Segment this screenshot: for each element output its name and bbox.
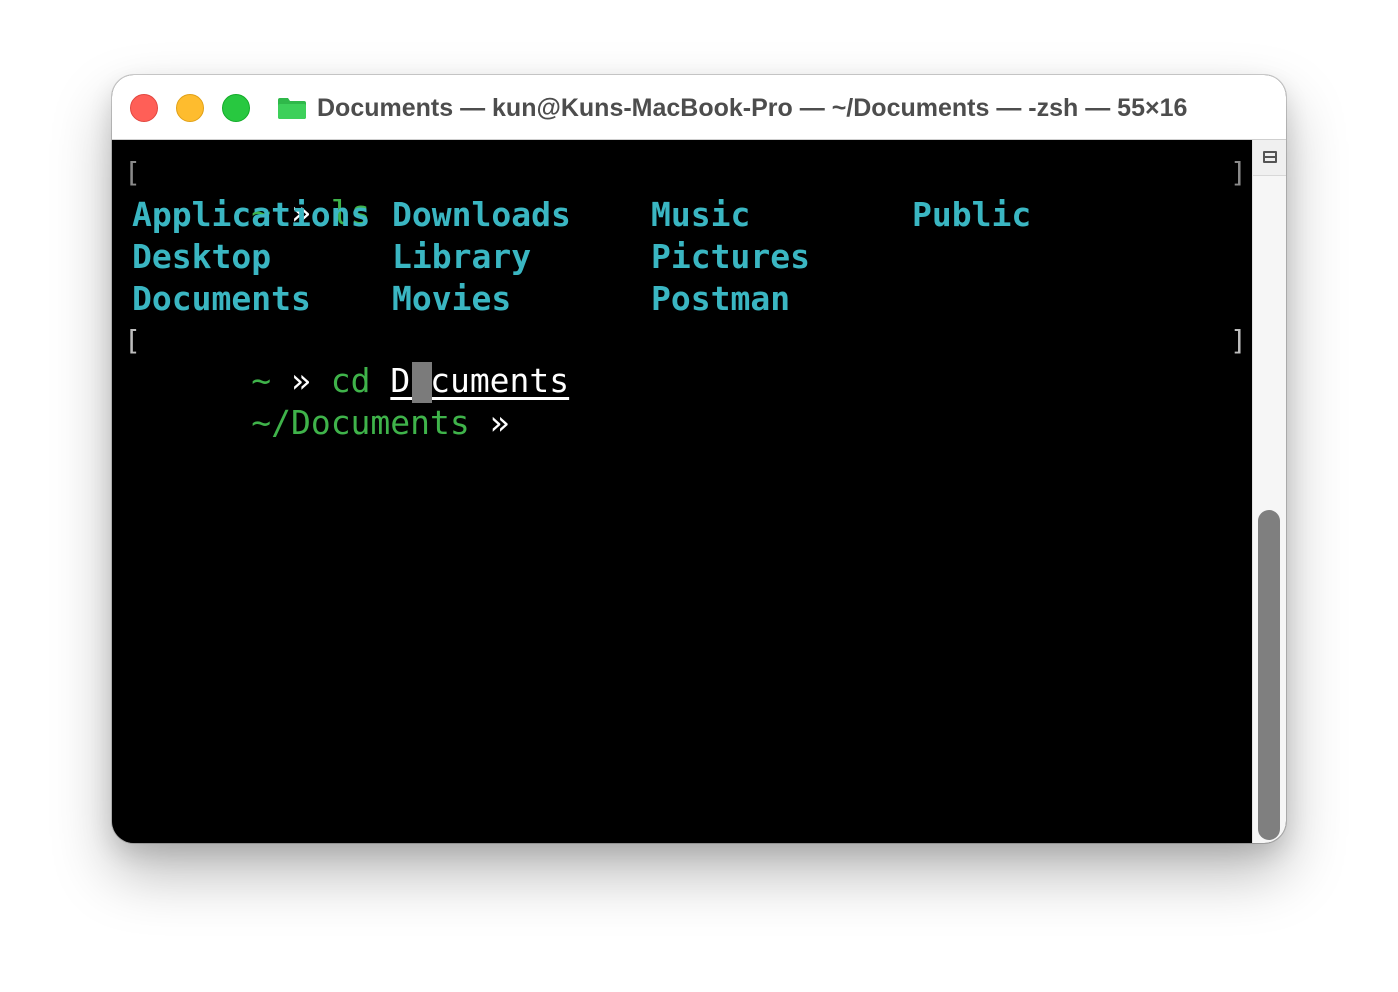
ls-entry: Desktop xyxy=(132,237,272,276)
prompt-separator: » xyxy=(489,403,510,442)
ls-entry: Library xyxy=(392,237,532,276)
vertical-scrollbar[interactable] xyxy=(1252,140,1286,843)
ls-entry: Applications xyxy=(132,195,371,234)
title-bar[interactable]: Documents — kun@Kuns-MacBook-Pro — ~/Doc… xyxy=(112,75,1286,140)
mark-bracket-right: ] xyxy=(1230,324,1247,357)
zoom-button[interactable] xyxy=(222,94,250,122)
ls-entry: Movies xyxy=(392,279,512,318)
ls-entry: Documents xyxy=(132,279,311,318)
window-title-text: Documents — kun@Kuns-MacBook-Pro — ~/Doc… xyxy=(317,93,1188,122)
prompt-line-2: ~ » cd Documents xyxy=(132,321,569,400)
mark-bracket-right: ] xyxy=(1230,156,1247,189)
split-pane-button[interactable] xyxy=(1253,140,1286,176)
text-cursor xyxy=(412,362,432,403)
ls-entry: Pictures xyxy=(651,237,810,276)
split-pane-icon xyxy=(1263,151,1277,163)
close-button[interactable] xyxy=(130,94,158,122)
scrollbar-thumb[interactable] xyxy=(1258,510,1280,840)
minimize-button[interactable] xyxy=(176,94,204,122)
window-title: Documents — kun@Kuns-MacBook-Pro — ~/Doc… xyxy=(277,93,1187,123)
ls-entry: Public xyxy=(912,195,1032,234)
folder-icon xyxy=(278,98,306,119)
ls-entry: Downloads xyxy=(392,195,571,234)
ls-entry: Postman xyxy=(651,279,791,318)
terminal-content[interactable]: [ ] ~ » ls Applications Downloads Music … xyxy=(112,140,1252,843)
terminal-window: Documents — kun@Kuns-MacBook-Pro — ~/Doc… xyxy=(112,75,1286,843)
prompt-line-3: ~/Documents » xyxy=(132,363,509,442)
ls-entry: Music xyxy=(651,195,751,234)
prompt-line-1: ~ » ls xyxy=(132,153,370,232)
prompt-path: ~/Documents xyxy=(251,403,470,442)
